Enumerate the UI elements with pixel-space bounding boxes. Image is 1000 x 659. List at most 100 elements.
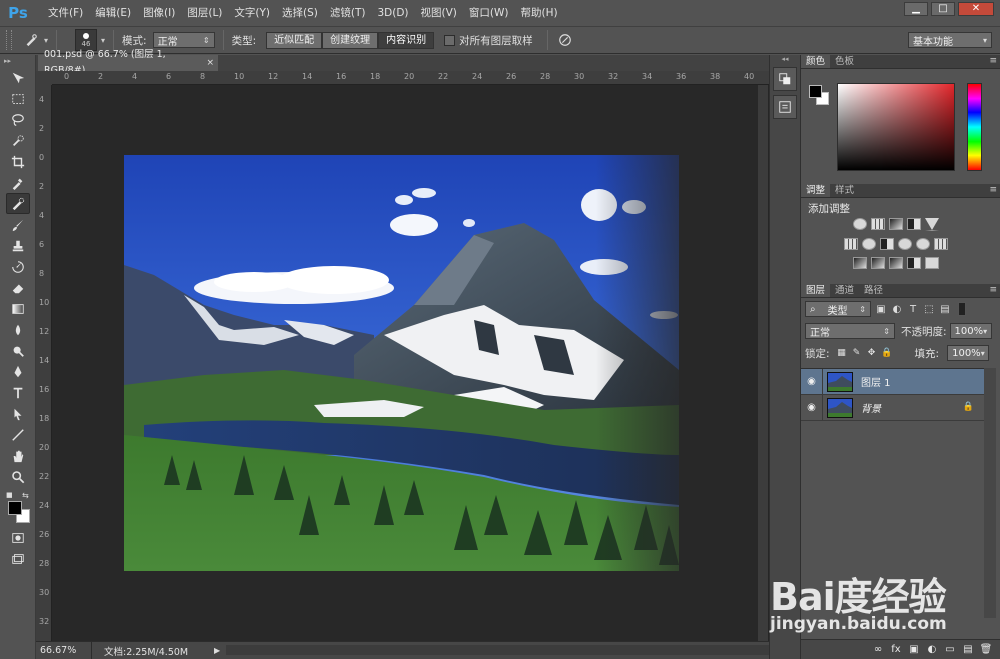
sample-all-layers-checkbox[interactable] — [444, 34, 456, 46]
tab-layers[interactable]: 图层 — [801, 284, 831, 297]
history-brush-tool-icon[interactable] — [6, 256, 30, 277]
chevron-down-icon[interactable]: ▾ — [983, 327, 987, 336]
lock-transparency-icon[interactable]: ▦ — [837, 348, 847, 358]
vertical-ruler[interactable]: 4 2 0 2 4 6 8 10 12 14 16 18 20 22 24 26 28 30 32 — [36, 85, 52, 641]
new-group-icon[interactable]: ▭ — [944, 644, 956, 656]
line-tool-icon[interactable] — [6, 424, 30, 445]
menu-type[interactable]: 文字(Y) — [228, 0, 276, 26]
menu-file[interactable]: 文件(F) — [42, 0, 89, 26]
layer-name[interactable]: 背景 — [861, 400, 881, 415]
pressure-size-icon[interactable] — [556, 31, 574, 49]
invert-icon[interactable] — [853, 257, 867, 269]
toolbar-collapse-icon[interactable]: ▸▸ — [0, 55, 35, 67]
spot-healing-tool-icon[interactable] — [6, 193, 30, 214]
filter-type-icon[interactable]: T — [907, 303, 919, 315]
menu-window[interactable]: 窗口(W) — [463, 0, 515, 26]
curves-icon[interactable] — [889, 218, 903, 230]
close-tab-icon[interactable]: × — [206, 55, 214, 71]
menu-layer[interactable]: 图层(L) — [181, 0, 228, 26]
filter-smart-object-icon[interactable]: ▤ — [939, 303, 951, 315]
menu-edit[interactable]: 编辑(E) — [89, 0, 137, 26]
lock-position-icon[interactable]: ✥ — [867, 348, 877, 358]
type-tool-icon[interactable] — [6, 382, 30, 403]
gradient-tool-icon[interactable] — [6, 298, 30, 319]
tab-paths[interactable]: 路径 — [859, 284, 888, 297]
layer-thumbnail[interactable] — [827, 371, 853, 392]
horizontal-scrollbar[interactable] — [226, 645, 769, 655]
dock-collapse-icon[interactable]: ◂◂ — [770, 55, 800, 63]
brush-tool-icon[interactable] — [6, 214, 30, 235]
lasso-tool-icon[interactable] — [6, 109, 30, 130]
zoom-tool-icon[interactable] — [6, 466, 30, 487]
pen-tool-icon[interactable] — [6, 361, 30, 382]
menu-image[interactable]: 图像(I) — [137, 0, 181, 26]
properties-panel-icon[interactable] — [773, 95, 797, 119]
lock-all-icon[interactable]: 🔒 — [881, 348, 892, 358]
delete-layer-icon[interactable]: 🗑 — [980, 644, 993, 656]
add-mask-icon[interactable]: ▣ — [908, 644, 920, 656]
status-menu-arrow-icon[interactable]: ▶ — [214, 646, 220, 655]
layers-scrollbar[interactable] — [984, 368, 996, 618]
screen-mode-icon[interactable] — [6, 548, 30, 569]
photo-filter-icon[interactable] — [898, 238, 912, 250]
history-panel-icon[interactable] — [773, 67, 797, 91]
threshold-icon[interactable] — [889, 257, 903, 269]
link-layers-icon[interactable]: ∞ — [872, 644, 884, 656]
ruler-corner[interactable] — [36, 71, 52, 85]
quick-selection-tool-icon[interactable] — [6, 130, 30, 151]
hue-slider[interactable] — [967, 83, 982, 171]
canvas-viewport[interactable] — [52, 85, 768, 641]
new-layer-icon[interactable]: ▤ — [962, 644, 974, 656]
panel-menu-icon[interactable]: ≡ — [989, 56, 997, 66]
type-content-aware[interactable]: 内容识别 — [378, 31, 435, 49]
menu-help[interactable]: 帮助(H) — [515, 0, 564, 26]
move-tool-icon[interactable] — [6, 67, 30, 88]
panel-menu-icon[interactable]: ≡ — [989, 185, 997, 195]
fill-field[interactable]: 100% ▾ — [947, 345, 990, 361]
layer-name[interactable]: 图层 1 — [861, 374, 891, 389]
tab-channels[interactable]: 通道 — [830, 284, 859, 297]
channel-mixer-icon[interactable] — [916, 238, 930, 250]
tab-styles[interactable]: 样式 — [830, 184, 859, 197]
horizontal-ruler[interactable]: 0 2 4 6 8 10 12 14 16 18 20 22 24 26 28 30 32 34 36 38 40 — [52, 71, 769, 85]
color-lookup-icon[interactable] — [934, 238, 948, 250]
layer-row[interactable]: ◉ 背景 🔒 — [801, 394, 984, 421]
maximize-button[interactable]: □ — [931, 2, 955, 16]
vertical-scrollbar[interactable] — [758, 85, 768, 641]
opacity-field[interactable]: 100% ▾ — [949, 323, 992, 339]
exposure-icon[interactable] — [907, 218, 921, 230]
visibility-eye-icon[interactable]: ◉ — [801, 368, 823, 395]
clone-stamp-tool-icon[interactable] — [6, 235, 30, 256]
layer-thumbnail[interactable] — [827, 397, 853, 418]
panel-foreground-swatch[interactable] — [809, 85, 822, 98]
mode-dropdown[interactable]: 正常 ⇕ — [152, 32, 215, 48]
eyedropper-tool-icon[interactable] — [6, 172, 30, 193]
filter-pixel-icon[interactable]: ▣ — [875, 303, 887, 315]
color-balance-icon[interactable] — [862, 238, 876, 250]
black-white-icon[interactable] — [880, 238, 894, 250]
menu-3d[interactable]: 3D(D) — [371, 0, 414, 26]
hue-saturation-icon[interactable] — [844, 238, 858, 250]
quick-mask-icon[interactable] — [6, 527, 30, 548]
chevron-down-icon[interactable]: ▾ — [981, 349, 985, 358]
vibrance-icon[interactable] — [925, 218, 939, 231]
layer-filter-dropdown[interactable]: ⌕ 类型 ⇕ — [805, 301, 871, 317]
menu-select[interactable]: 选择(S) — [276, 0, 324, 26]
filter-toggle[interactable] — [958, 302, 966, 316]
tab-swatches[interactable]: 色板 — [830, 55, 859, 68]
gradient-map-icon[interactable] — [925, 257, 939, 269]
selective-color-icon[interactable] — [907, 257, 921, 269]
swap-colors-icon[interactable]: ⇆ — [22, 491, 29, 500]
levels-icon[interactable] — [871, 218, 885, 230]
color-field[interactable] — [837, 83, 955, 171]
menu-view[interactable]: 视图(V) — [415, 0, 463, 26]
tab-adjustments[interactable]: 调整 — [801, 184, 831, 197]
panel-menu-icon[interactable]: ≡ — [989, 285, 997, 295]
preset-arrow-icon[interactable]: ▾ — [44, 36, 48, 45]
tab-color[interactable]: 颜色 — [801, 55, 831, 68]
type-create-texture[interactable]: 创建纹理 — [322, 31, 379, 49]
posterize-icon[interactable] — [871, 257, 885, 269]
hand-tool-icon[interactable] — [6, 445, 30, 466]
visibility-eye-icon[interactable]: ◉ — [801, 394, 823, 421]
lock-image-icon[interactable]: ✎ — [852, 348, 862, 358]
